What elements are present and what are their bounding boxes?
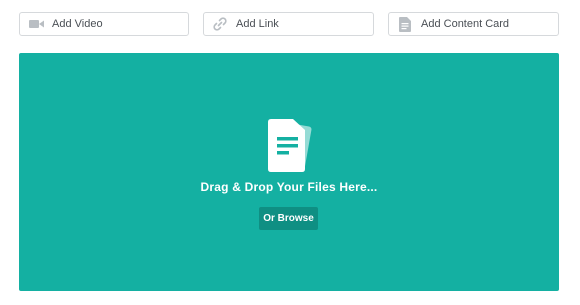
- video-camera-icon: [28, 16, 44, 32]
- add-link-button[interactable]: Add Link: [203, 12, 374, 36]
- document-icon: [397, 16, 413, 32]
- browse-button[interactable]: Or Browse: [259, 207, 318, 230]
- add-video-button[interactable]: Add Video: [19, 12, 189, 36]
- link-icon: [212, 16, 228, 32]
- files-icon: [268, 119, 312, 172]
- drop-instructions: Drag & Drop Your Files Here...: [200, 180, 378, 194]
- file-drop-zone[interactable]: Drag & Drop Your Files Here... Or Browse: [19, 53, 559, 291]
- add-video-label: Add Video: [52, 18, 103, 30]
- add-content-card-label: Add Content Card: [421, 18, 510, 30]
- add-link-label: Add Link: [236, 18, 279, 30]
- add-content-card-button[interactable]: Add Content Card: [388, 12, 559, 36]
- add-content-toolbar: Add Video Add Link Add Content Card: [19, 12, 559, 36]
